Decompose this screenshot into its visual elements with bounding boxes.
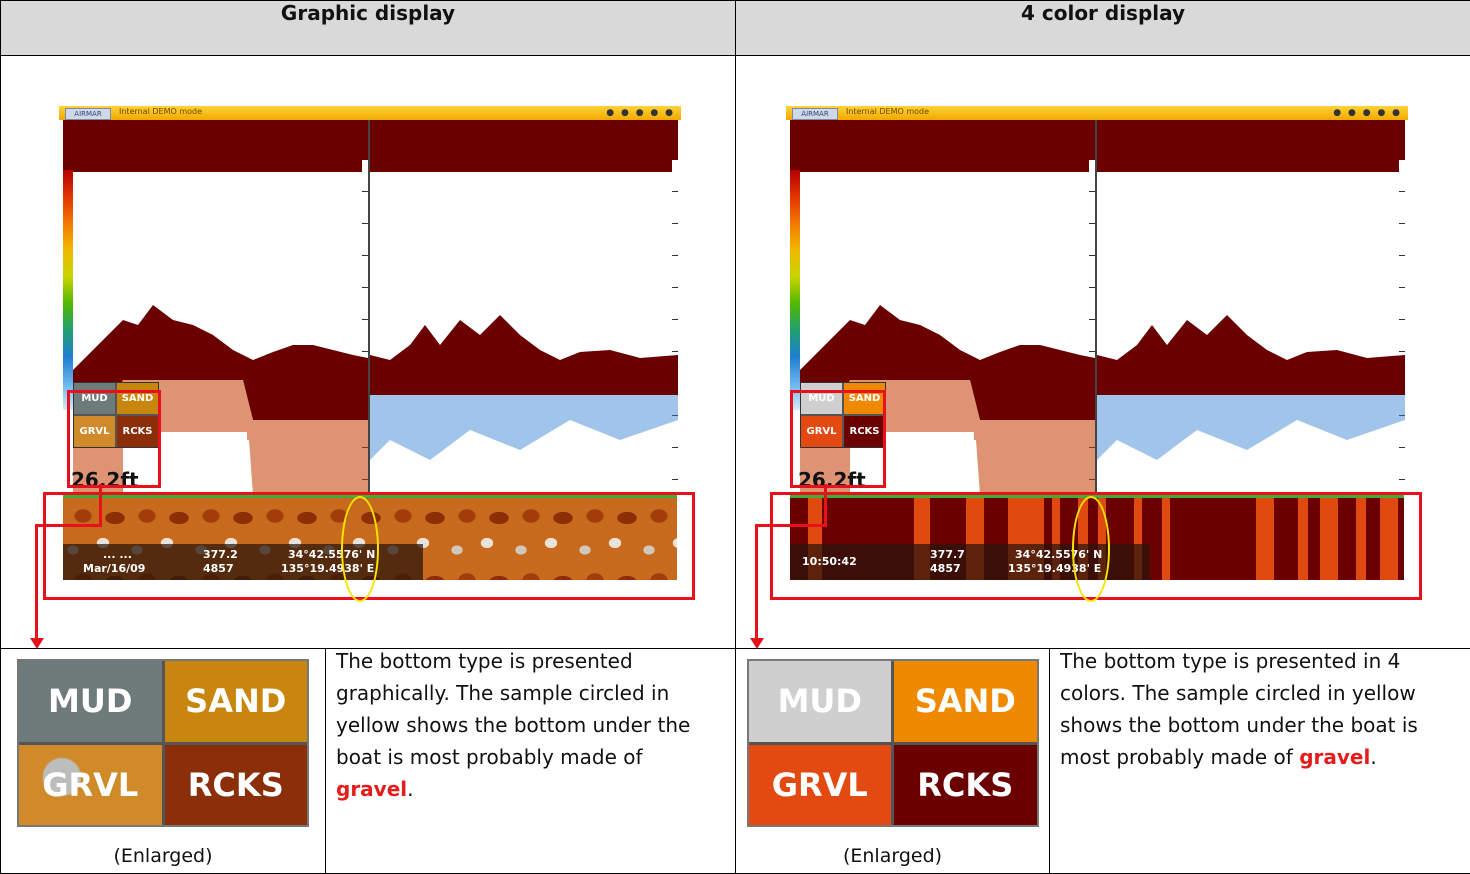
window-control-icons: ● ● ● ● ● bbox=[1333, 108, 1403, 118]
4color-display-screenshot-cell: AIRMAR Internal DEMO mode ● ● ● ● ● MUD bbox=[735, 55, 1470, 649]
header-graphic-display: Graphic display bbox=[0, 0, 737, 56]
enlarged-sand: SAND bbox=[894, 661, 1037, 742]
description-end: . bbox=[407, 777, 414, 801]
echo-profile-right bbox=[1097, 315, 1406, 460]
description-text: The bottom type is presented graphically… bbox=[336, 649, 691, 769]
title-bar: AIRMAR Internal DEMO mode ● ● ● ● ● bbox=[786, 106, 1409, 120]
graphic-description-cell: The bottom type is presented graphically… bbox=[324, 648, 737, 874]
sonar-pane-right bbox=[1097, 120, 1406, 495]
enlarged-legend-4color-cell: MUD SAND GRVL RCKS (Enlarged) bbox=[735, 648, 1051, 874]
mode-title: Internal DEMO mode bbox=[119, 107, 203, 116]
highlight-gravel: gravel bbox=[1299, 745, 1371, 769]
connector-line bbox=[755, 524, 828, 527]
mode-title: Internal DEMO mode bbox=[846, 107, 930, 116]
title-bar: AIRMAR Internal DEMO mode ● ● ● ● ● bbox=[59, 106, 681, 120]
description-end: . bbox=[1370, 745, 1377, 769]
window-control-icons: ● ● ● ● ● bbox=[606, 108, 675, 118]
enlarged-legend-4color: MUD SAND GRVL RCKS bbox=[746, 659, 1039, 827]
graphic-display-screenshot-cell: AIRMAR Internal DEMO mode ● ● ● ● ● MUD bbox=[0, 55, 737, 649]
4color-description-cell: The bottom type is presented in 4 colors… bbox=[1049, 648, 1470, 874]
arrow-icon bbox=[750, 638, 765, 649]
legend-highlight-box bbox=[67, 390, 161, 488]
sample-circle bbox=[341, 496, 379, 602]
4color-description: The bottom type is presented in 4 colors… bbox=[1050, 645, 1470, 773]
sonar-pane-right bbox=[370, 120, 678, 495]
enlarged-label: (Enlarged) bbox=[113, 845, 213, 867]
brand-logo: AIRMAR bbox=[65, 108, 111, 120]
connector-line bbox=[755, 524, 759, 640]
enlarged-rcks: RCKS bbox=[894, 744, 1037, 825]
sample-circle bbox=[1072, 496, 1111, 602]
arrow-icon bbox=[30, 638, 44, 649]
enlarged-grvl: GRVL bbox=[748, 744, 892, 825]
connector-line bbox=[35, 524, 38, 640]
enlarged-sand: SAND bbox=[164, 661, 307, 742]
connector-line bbox=[99, 484, 102, 526]
enlarged-mud: MUD bbox=[748, 661, 892, 742]
legend-highlight-box bbox=[790, 390, 887, 488]
enlarged-rcks: RCKS bbox=[164, 744, 307, 825]
enlarged-label: (Enlarged) bbox=[842, 845, 943, 867]
brand-logo: AIRMAR bbox=[792, 108, 839, 120]
comparison-table: Graphic display 4 color display AIRMAR I… bbox=[0, 0, 1470, 874]
enlarged-legend-graphic-cell: MUD SAND GRVL RCKS (Enlarged) bbox=[0, 648, 326, 874]
header-4color-display: 4 color display bbox=[735, 0, 1470, 56]
graphic-description: The bottom type is presented graphically… bbox=[326, 645, 735, 805]
connector-line bbox=[824, 484, 828, 526]
connector-line bbox=[35, 524, 102, 527]
highlight-gravel: gravel bbox=[336, 777, 408, 801]
enlarged-mud: MUD bbox=[19, 661, 162, 742]
echo-profile-right bbox=[370, 315, 678, 460]
enlarged-grvl: GRVL bbox=[19, 744, 162, 825]
enlarged-legend-graphic: MUD SAND GRVL RCKS bbox=[17, 659, 309, 827]
